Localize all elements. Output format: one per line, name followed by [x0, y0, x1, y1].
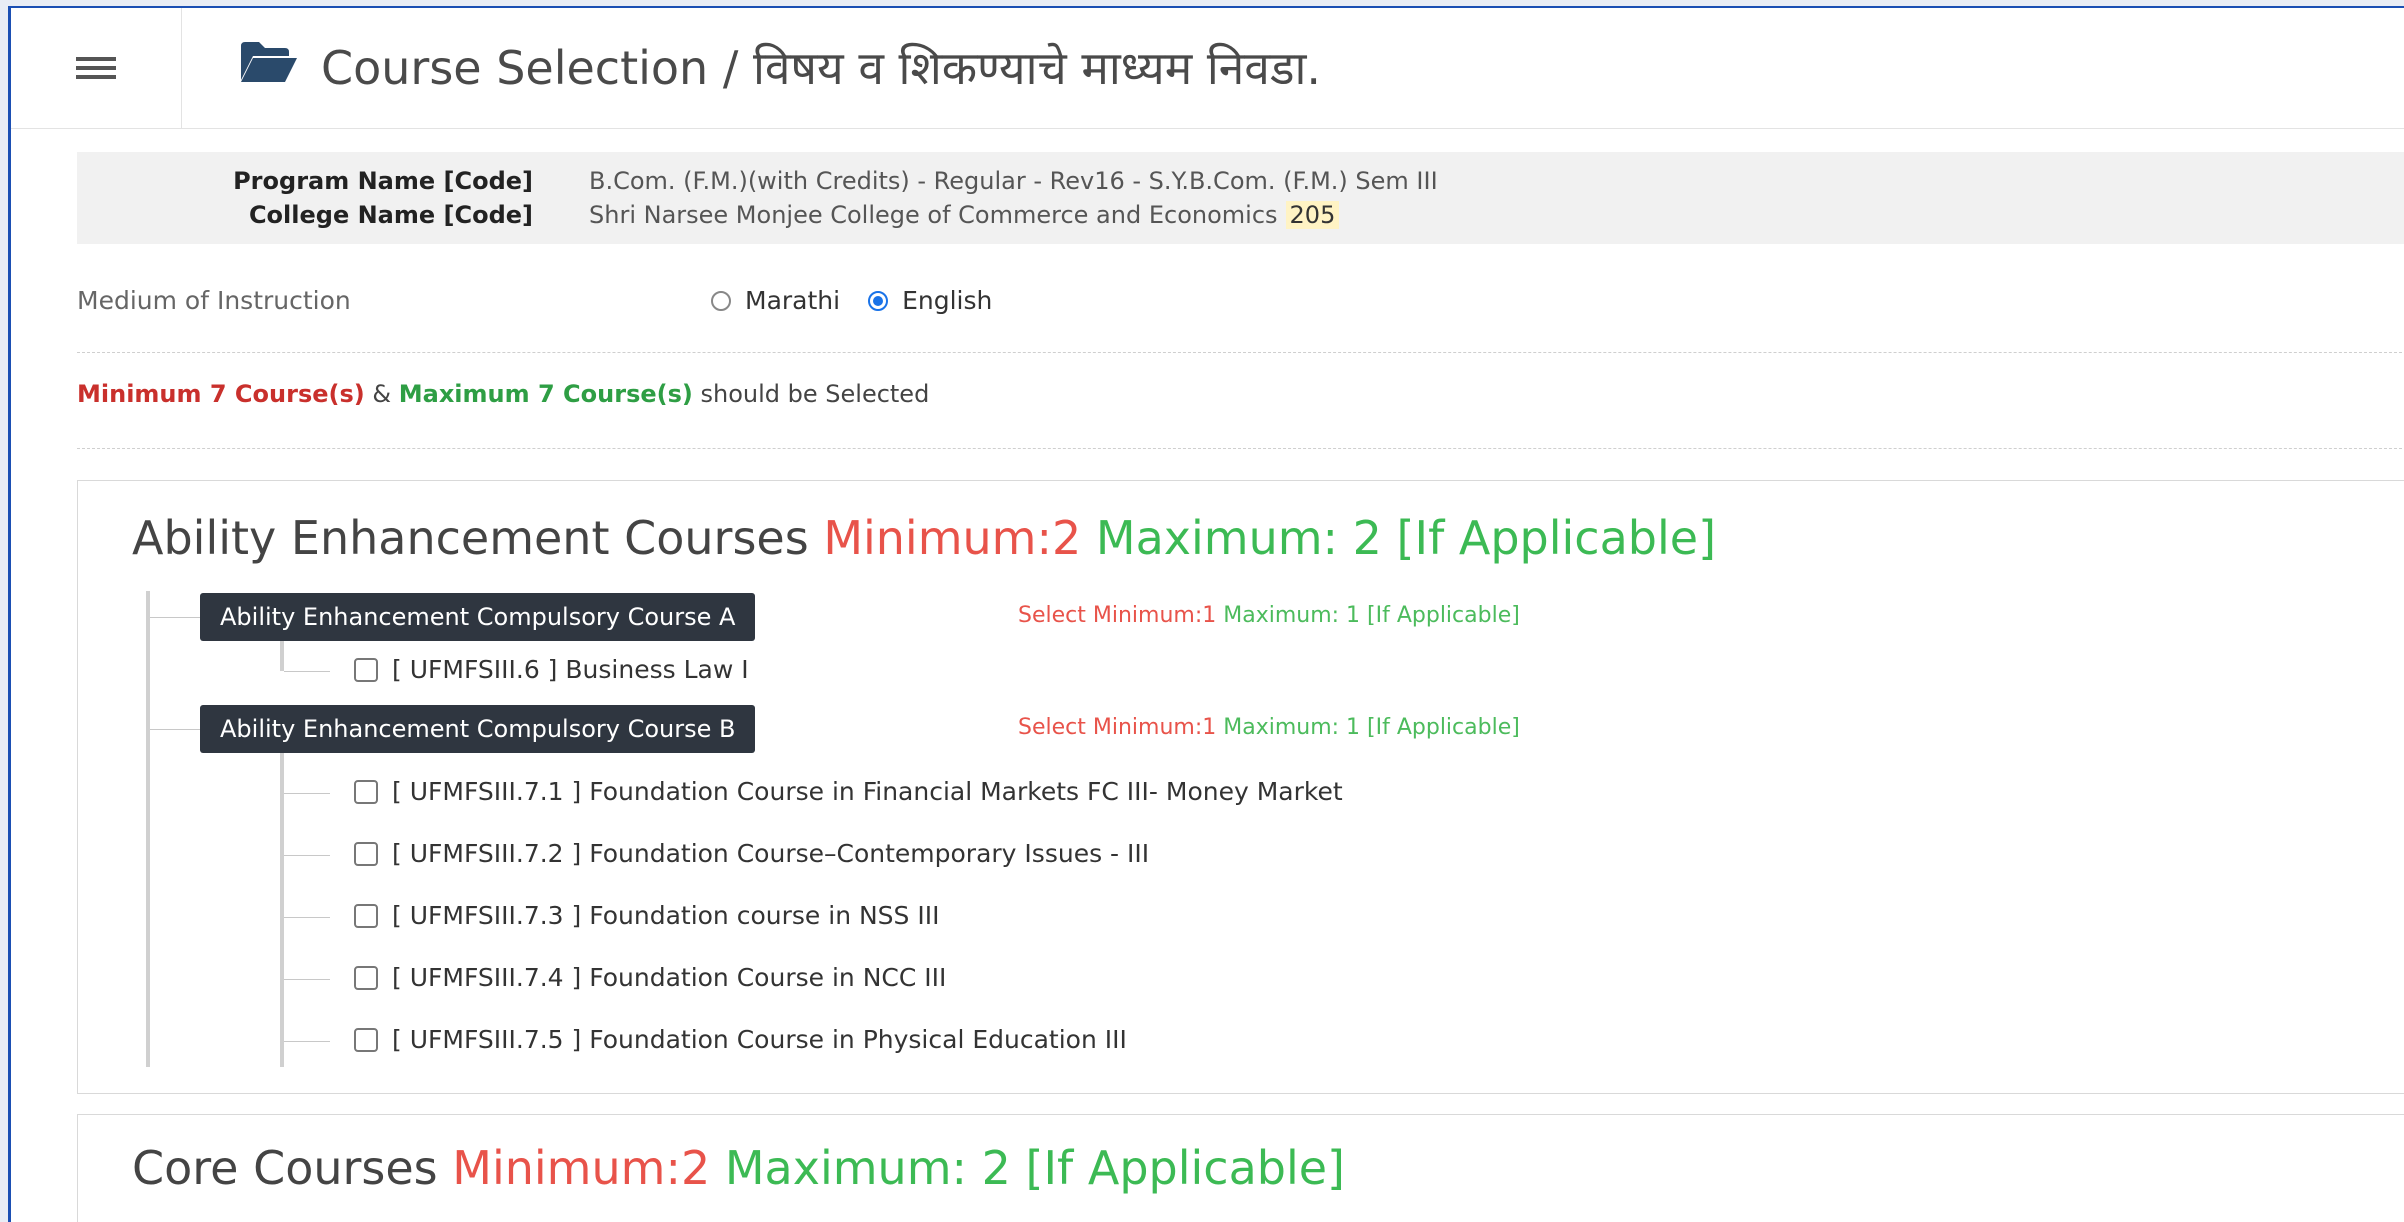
tree-branch [284, 855, 330, 856]
program-label: Program Name [Code] [233, 167, 533, 195]
program-value: B.Com. (F.M.)(with Credits) - Regular - … [589, 167, 1438, 195]
divider [77, 352, 2404, 353]
rule-max: Maximum 7 Course(s) [398, 380, 693, 408]
page-title-text: Course Selection / विषय व शिकण्याचे माध्… [321, 41, 1322, 95]
group-label-course-a: Ability Enhancement Compulsory Course A [200, 593, 756, 641]
page-header: Course Selection / विषय व शिकण्याचे माध्… [11, 8, 2404, 129]
course-label[interactable]: [ UFMFSIII.7.2 ] Foundation Course–Conte… [392, 839, 1149, 868]
list-item: [ UFMFSIII.7.1 ] Foundation Course in Fi… [354, 777, 1343, 806]
rule-amp: & [372, 380, 392, 408]
panel-min: Minimum:2 [823, 511, 1082, 565]
tree-branch [284, 1041, 330, 1042]
course-label[interactable]: [ UFMFSIII.6 ] Business Law I [392, 655, 749, 684]
medium-radio-marathi[interactable] [711, 290, 731, 311]
ability-enhancement-panel: Ability Enhancement Courses Minimum:2 Ma… [77, 480, 2404, 1094]
list-item: [ UFMFSIII.7.3 ] Foundation course in NS… [354, 901, 940, 930]
selection-rule: Minimum 7 Course(s) & Maximum 7 Course(s… [77, 380, 929, 408]
panel-min: Minimum:2 [452, 1141, 711, 1195]
rule-min: Minimum 7 Course(s) [77, 380, 365, 408]
hamburger-icon [76, 52, 116, 84]
college-row: College Name [Code] Shri Narsee Monjee C… [77, 198, 1340, 232]
college-value: Shri Narsee Monjee College of Commerce a… [589, 201, 1278, 229]
course-label[interactable]: [ UFMFSIII.7.3 ] Foundation course in NS… [392, 901, 940, 930]
tree-line [146, 591, 150, 1067]
panel-max: Maximum: 2 [If Applicable] [724, 1141, 1345, 1195]
rule-suffix: should be Selected [700, 380, 930, 408]
group-label-course-b: Ability Enhancement Compulsory Course B [200, 705, 756, 753]
course-label[interactable]: [ UFMFSIII.7.4 ] Foundation Course in NC… [392, 963, 946, 992]
group-hint-min: Select Minimum:1 [1018, 603, 1217, 628]
group-hint-b: Select Minimum:1 Maximum: 1 [If Applicab… [1018, 715, 1520, 740]
panel-title: Core Courses Minimum:2 Maximum: 2 [If Ap… [132, 1141, 1345, 1195]
group-hint-max: Maximum: 1 [If Applicable] [1223, 715, 1520, 740]
tree-branch [150, 729, 200, 730]
list-item: [ UFMFSIII.6 ] Business Law I [354, 655, 749, 684]
group-hint-min: Select Minimum:1 [1018, 715, 1217, 740]
course-checkbox[interactable] [354, 779, 378, 804]
panel-title-text: Core Courses [132, 1141, 438, 1195]
tree-line [280, 753, 284, 1067]
panel-title: Ability Enhancement Courses Minimum:2 Ma… [132, 511, 1716, 565]
medium-radio-english[interactable] [868, 290, 889, 311]
college-code: 205 [1285, 201, 1340, 229]
medium-option-marathi-label[interactable]: Marathi [745, 286, 840, 315]
tree-branch [284, 671, 330, 672]
program-row: Program Name [Code] B.Com. (F.M.)(with C… [77, 164, 1438, 198]
panel-max: Maximum: 2 [If Applicable] [1095, 511, 1717, 565]
program-info-box: Program Name [Code] B.Com. (F.M.)(with C… [77, 152, 2404, 244]
course-checkbox[interactable] [354, 841, 378, 866]
course-checkbox[interactable] [354, 903, 378, 928]
group-hint-max: Maximum: 1 [If Applicable] [1223, 603, 1520, 628]
list-item: [ UFMFSIII.7.5 ] Foundation Course in Ph… [354, 1025, 1127, 1054]
divider [77, 448, 2404, 449]
course-label[interactable]: [ UFMFSIII.7.5 ] Foundation Course in Ph… [392, 1025, 1127, 1054]
panel-title-text: Ability Enhancement Courses [132, 511, 809, 565]
group-hint-a: Select Minimum:1 Maximum: 1 [If Applicab… [1018, 603, 1520, 628]
course-checkbox[interactable] [354, 965, 378, 990]
list-item: [ UFMFSIII.7.4 ] Foundation Course in NC… [354, 963, 946, 992]
hamburger-menu-button[interactable] [11, 8, 182, 128]
medium-radio-group: Marathi English [711, 286, 992, 315]
tree-branch [284, 793, 330, 794]
tree-branch [284, 917, 330, 918]
college-label: College Name [Code] [248, 201, 533, 229]
core-courses-panel: Core Courses Minimum:2 Maximum: 2 [If Ap… [77, 1114, 2404, 1222]
app-frame: Course Selection / विषय व शिकण्याचे माध्… [8, 6, 2404, 1222]
page-title: Course Selection / विषय व शिकण्याचे माध्… [239, 36, 1321, 98]
course-label[interactable]: [ UFMFSIII.7.1 ] Foundation Course in Fi… [392, 777, 1343, 806]
medium-option-english-label[interactable]: English [902, 286, 992, 315]
tree-branch [150, 617, 200, 618]
folder-open-icon [239, 40, 299, 95]
course-checkbox[interactable] [354, 1027, 378, 1052]
tree-line [280, 641, 284, 671]
medium-label: Medium of Instruction [77, 286, 351, 315]
tree-branch [284, 979, 330, 980]
course-checkbox[interactable] [354, 657, 378, 682]
list-item: [ UFMFSIII.7.2 ] Foundation Course–Conte… [354, 839, 1149, 868]
